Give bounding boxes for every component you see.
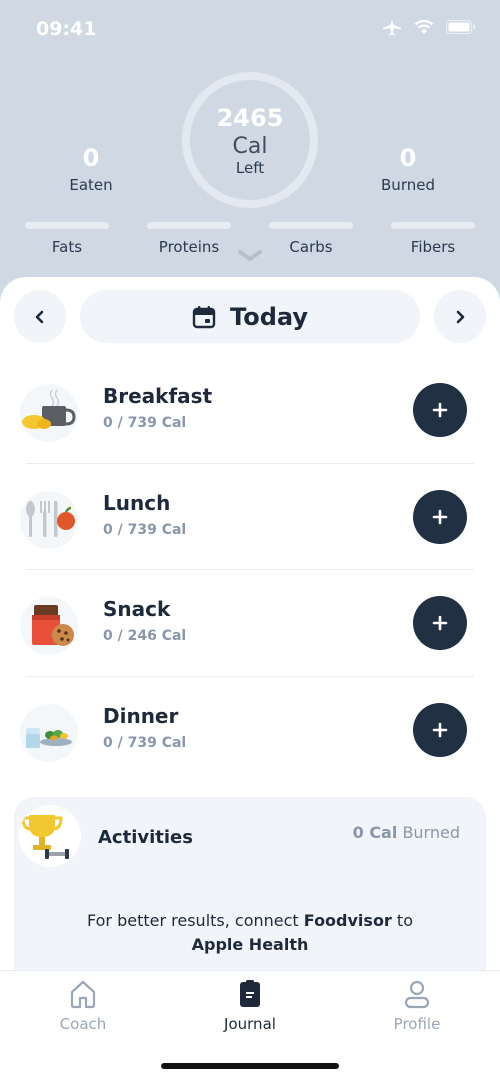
add-lunch-button[interactable] bbox=[413, 489, 467, 544]
lunch-icon bbox=[20, 490, 78, 549]
meal-calories: 0 / 246 Cal bbox=[103, 628, 187, 644]
date-navigator: Today bbox=[14, 290, 486, 343]
add-dinner-button[interactable] bbox=[413, 702, 467, 757]
meal-row-snack[interactable]: Snack 0 / 246 Cal bbox=[0, 570, 500, 677]
meal-calories: 0 / 739 Cal bbox=[103, 521, 187, 538]
plus-icon bbox=[432, 509, 448, 524]
burned-value: 0 bbox=[399, 144, 417, 172]
macro-bar bbox=[269, 222, 353, 229]
trophy-icon bbox=[19, 805, 81, 867]
macro-bar bbox=[147, 222, 231, 229]
apple-health-message[interactable]: For better results, connect Foodvisor to… bbox=[34, 909, 466, 957]
meal-calories: 0 / 739 Cal bbox=[103, 734, 187, 751]
airplane-icon bbox=[382, 18, 402, 36]
message-prefix: For better results, connect bbox=[87, 911, 304, 930]
activities-title: Activities bbox=[98, 827, 193, 848]
tab-label: Journal bbox=[224, 1015, 276, 1033]
add-breakfast-button[interactable] bbox=[413, 383, 467, 437]
plus-icon bbox=[432, 615, 448, 631]
battery-icon bbox=[446, 20, 476, 34]
burned-label: Burned bbox=[381, 176, 435, 194]
journal-sheet: Today Breakfast 0 / 739 Cal Lunch 0 / 73… bbox=[0, 277, 500, 1080]
eaten-label: Eaten bbox=[69, 176, 113, 194]
calories-left-value: 2465 bbox=[216, 104, 284, 132]
activities-burned: 0 Cal Burned bbox=[353, 823, 460, 842]
dinner-icon bbox=[20, 703, 78, 762]
breakfast-icon bbox=[20, 384, 78, 442]
meal-row-lunch[interactable]: Lunch 0 / 739 Cal bbox=[0, 464, 500, 570]
activities-burned-label: Burned bbox=[402, 823, 460, 842]
meal-row-breakfast[interactable]: Breakfast 0 / 739 Cal bbox=[0, 357, 500, 464]
meal-list: Breakfast 0 / 739 Cal Lunch 0 / 739 Cal … bbox=[0, 357, 500, 783]
meal-name: Lunch bbox=[103, 490, 171, 515]
burned-stat: 0 Burned bbox=[358, 144, 458, 194]
plus-icon bbox=[432, 722, 448, 737]
status-bar: 09:41 bbox=[0, 0, 500, 60]
meal-name: Breakfast bbox=[103, 384, 213, 408]
journal-icon bbox=[240, 980, 260, 1007]
message-target: Apple Health bbox=[191, 935, 309, 954]
tab-label: Coach bbox=[59, 1015, 107, 1033]
eaten-value: 0 bbox=[82, 144, 100, 172]
macro-fibers: Fibers bbox=[391, 222, 475, 256]
meal-row-dinner[interactable]: Dinner 0 / 739 Cal bbox=[0, 677, 500, 784]
eaten-stat: 0 Eaten bbox=[41, 144, 141, 194]
expand-chevron-icon[interactable] bbox=[237, 248, 263, 267]
calorie-summary: 2465 Cal Left 0 Eaten 0 Burned Fats Prot… bbox=[0, 60, 500, 290]
chevron-left-icon bbox=[35, 310, 44, 323]
macro-label: Fibers bbox=[410, 238, 456, 256]
tab-coach[interactable]: Coach bbox=[23, 979, 143, 1033]
macro-fats: Fats bbox=[25, 222, 109, 256]
meal-calories: 0 / 739 Cal bbox=[103, 415, 187, 431]
next-day-button[interactable] bbox=[434, 290, 486, 343]
home-icon bbox=[70, 980, 96, 1009]
tab-journal[interactable]: Journal bbox=[190, 979, 310, 1033]
message-brand: Foodvisor bbox=[303, 911, 392, 930]
macro-bar bbox=[391, 222, 475, 229]
date-picker-button[interactable]: Today bbox=[80, 290, 420, 343]
tab-profile[interactable]: Profile bbox=[357, 979, 477, 1033]
macro-proteins: Proteins bbox=[147, 222, 231, 256]
snack-icon bbox=[20, 597, 78, 655]
meal-name: Dinner bbox=[103, 703, 179, 728]
plus-icon bbox=[432, 402, 448, 418]
home-indicator[interactable] bbox=[161, 1063, 339, 1069]
macro-label: Carbs bbox=[289, 238, 333, 256]
meal-name: Snack bbox=[103, 597, 171, 621]
previous-day-button[interactable] bbox=[14, 290, 66, 343]
message-mid: to bbox=[391, 911, 413, 930]
wifi-icon bbox=[414, 19, 434, 35]
activities-burned-value: 0 Cal bbox=[352, 823, 398, 842]
calendar-icon bbox=[192, 305, 216, 328]
chevron-right-icon bbox=[456, 310, 465, 323]
add-snack-button[interactable] bbox=[413, 596, 467, 650]
profile-icon bbox=[404, 980, 430, 1009]
status-icons bbox=[382, 18, 476, 36]
status-time: 09:41 bbox=[36, 18, 97, 40]
date-label: Today bbox=[230, 302, 308, 331]
macro-label: Fats bbox=[51, 238, 83, 256]
tab-label: Profile bbox=[393, 1015, 441, 1033]
macro-label: Proteins bbox=[158, 238, 220, 256]
macro-bar bbox=[25, 222, 109, 229]
macro-carbs: Carbs bbox=[269, 222, 353, 256]
